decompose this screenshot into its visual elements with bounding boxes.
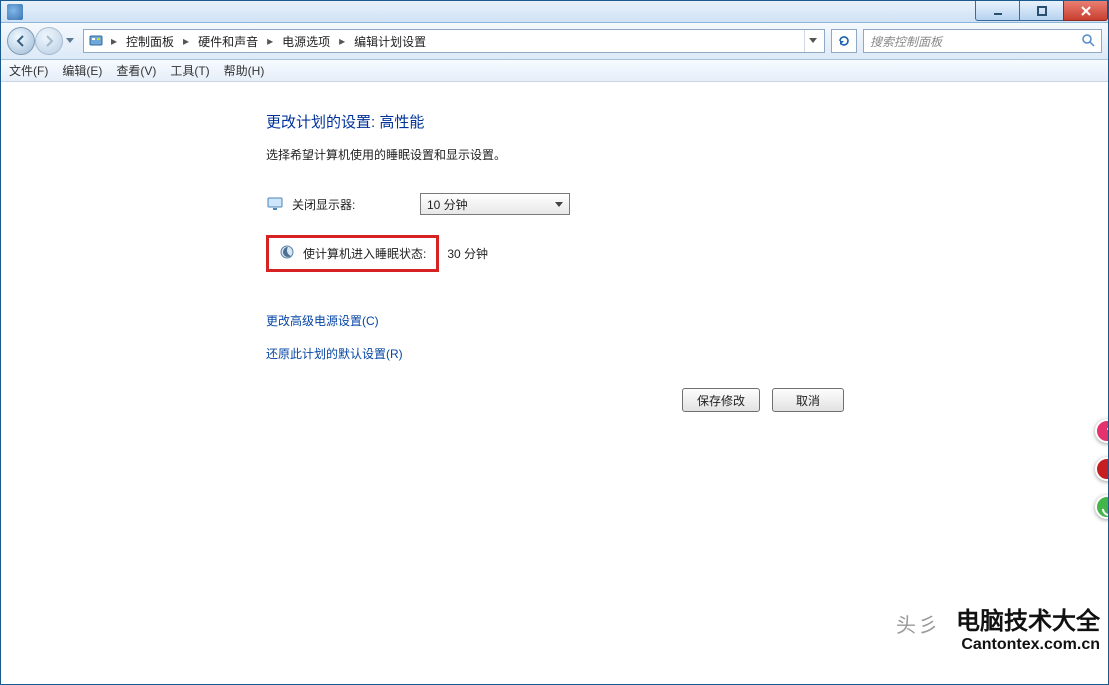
menu-bar: 文件(F) 编辑(E) 查看(V) 工具(T) 帮助(H) (1, 60, 1108, 82)
link-restore-defaults[interactable]: 还原此计划的默认设置(R) (266, 345, 1107, 362)
breadcrumb-control-panel[interactable]: 控制面板 (124, 33, 176, 50)
row-sleep: 使计算机进入睡眠状态: 30 分钟 (266, 235, 1107, 272)
cancel-button[interactable]: 取消 (772, 388, 844, 412)
refresh-icon (837, 34, 851, 48)
watermark-url: Cantontex.com.cn (956, 636, 1100, 654)
moon-icon (279, 244, 295, 263)
address-dropdown[interactable] (804, 30, 820, 52)
search-icon (1081, 33, 1095, 50)
forward-arrow-icon (42, 34, 56, 48)
sleep-dropdown[interactable]: 30 分钟 (447, 245, 488, 262)
turn-off-display-value: 10 分钟 (427, 196, 468, 213)
minimize-icon (992, 5, 1004, 17)
turn-off-display-dropdown[interactable]: 10 分钟 (420, 193, 570, 215)
close-button[interactable] (1063, 1, 1108, 21)
address-bar[interactable]: ▸ 控制面板 ▸ 硬件和声音 ▸ 电源选项 ▸ 编辑计划设置 (83, 29, 825, 53)
watermark-small: 头彡 (896, 609, 940, 638)
breadcrumb-separator: ▸ (106, 34, 122, 48)
breadcrumb-edit-plan[interactable]: 编辑计划设置 (352, 33, 428, 50)
menu-view[interactable]: 查看(V) (116, 62, 156, 79)
link-advanced-settings[interactable]: 更改高级电源设置(C) (266, 312, 1107, 329)
maximize-icon (1036, 5, 1048, 17)
monitor-icon (266, 195, 284, 213)
titlebar (1, 1, 1108, 23)
breadcrumb-separator: ▸ (178, 34, 194, 48)
window-buttons (976, 1, 1108, 21)
button-row: 保存修改 取消 (682, 388, 1107, 412)
sleep-value: 30 分钟 (447, 247, 488, 261)
chevron-down-icon (809, 38, 817, 44)
breadcrumb-hardware-sound[interactable]: 硬件和声音 (196, 33, 260, 50)
breadcrumb-separator: ▸ (334, 34, 350, 48)
back-arrow-icon (14, 34, 28, 48)
row-turn-off-display: 关闭显示器: 10 分钟 (266, 191, 1107, 217)
page-title: 更改计划的设置: 高性能 (266, 111, 1107, 132)
content-area: 更改计划的设置: 高性能 选择希望计算机使用的睡眠设置和显示设置。 关闭显示器:… (2, 83, 1107, 683)
highlight-box: 使计算机进入睡眠状态: (266, 235, 439, 272)
minimize-button[interactable] (975, 1, 1020, 21)
watermark-large: 电脑技术大全 Cantontex.com.cn (956, 601, 1100, 654)
nav-row: ▸ 控制面板 ▸ 硬件和声音 ▸ 电源选项 ▸ 编辑计划设置 搜索控制面板 (1, 23, 1108, 60)
menu-tools[interactable]: 工具(T) (170, 62, 209, 79)
menu-help[interactable]: 帮助(H) (224, 62, 265, 79)
history-dropdown[interactable] (63, 27, 77, 55)
breadcrumb-separator: ▸ (262, 34, 278, 48)
page-subtext: 选择希望计算机使用的睡眠设置和显示设置。 (266, 146, 1107, 163)
breadcrumb-power-options[interactable]: 电源选项 (280, 33, 332, 50)
search-input[interactable]: 搜索控制面板 (863, 29, 1102, 53)
control-panel-icon (88, 33, 104, 49)
forward-button[interactable] (35, 27, 63, 55)
menu-file[interactable]: 文件(F) (9, 62, 48, 79)
back-button[interactable] (7, 27, 35, 55)
turn-off-display-label: 关闭显示器: (292, 196, 420, 213)
window-root: ▸ 控制面板 ▸ 硬件和声音 ▸ 电源选项 ▸ 编辑计划设置 搜索控制面板 (0, 0, 1109, 685)
app-icon (7, 4, 23, 20)
maximize-button[interactable] (1019, 1, 1064, 21)
save-button[interactable]: 保存修改 (682, 388, 760, 412)
links-group: 更改高级电源设置(C) 还原此计划的默认设置(R) (266, 312, 1107, 362)
menu-edit[interactable]: 编辑(E) (62, 62, 102, 79)
watermark-title: 电脑技术大全 (956, 601, 1100, 636)
cancel-button-label: 取消 (796, 392, 820, 409)
search-placeholder: 搜索控制面板 (870, 33, 942, 50)
sleep-label: 使计算机进入睡眠状态: (303, 245, 426, 262)
close-icon (1080, 5, 1092, 17)
nav-arrows (7, 27, 77, 55)
save-button-label: 保存修改 (697, 392, 745, 409)
refresh-button[interactable] (831, 29, 857, 53)
chevron-down-icon (66, 38, 74, 44)
